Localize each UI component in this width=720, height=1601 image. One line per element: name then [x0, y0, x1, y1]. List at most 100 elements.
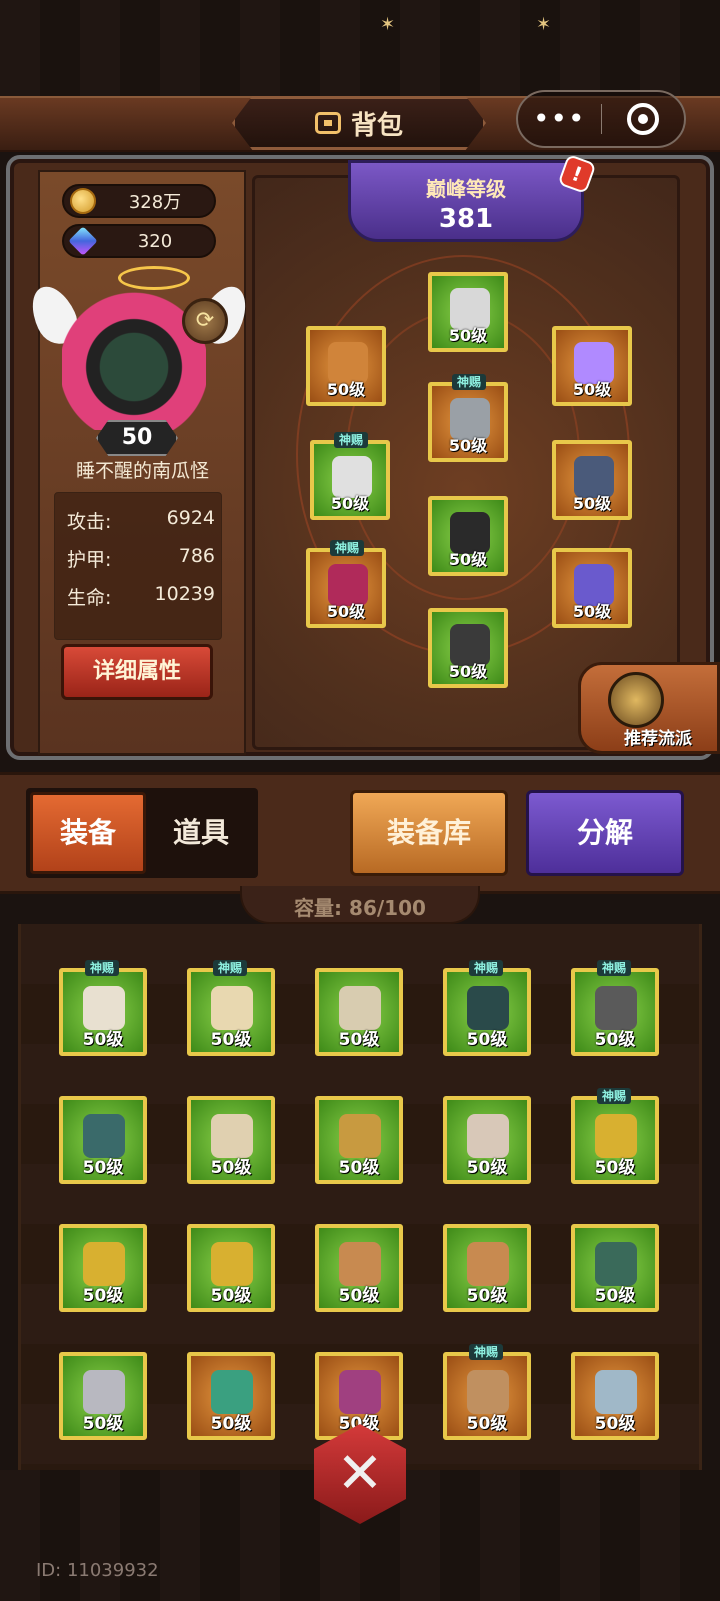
inventory-item[interactable]: 50级 — [443, 1224, 531, 1312]
inventory-item[interactable]: 50级 — [187, 1224, 275, 1312]
tab-equipment[interactable]: 装备 — [30, 792, 146, 874]
item-level: 50级 — [82, 1286, 124, 1306]
inventory-item[interactable]: 50级 — [443, 1096, 531, 1184]
stat-value: 10239 — [154, 583, 215, 605]
divine-tag: 神赐 — [452, 374, 486, 390]
inventory-capacity: 容量: 86/100 — [294, 896, 426, 920]
more-menu-button[interactable]: ••• — [518, 90, 601, 148]
inventory-item[interactable]: 50级 — [571, 1224, 659, 1312]
gem-icon — [68, 226, 98, 256]
halo-decoration — [118, 266, 190, 290]
peak-level-plate[interactable]: 巅峰等级 381 — [348, 160, 584, 242]
equipment-icon — [211, 986, 253, 1030]
top-background — [0, 0, 720, 100]
inventory-item[interactable]: 50级 神赐 — [571, 960, 659, 1056]
item-level: 50级 — [594, 1030, 636, 1050]
equipment-icon — [211, 1370, 253, 1414]
user-id: ID: 11039932 — [36, 1560, 159, 1581]
divine-tag: 神赐 — [334, 432, 368, 448]
inventory-item[interactable]: 50级 神赐 — [443, 1344, 531, 1440]
item-level: 50级 — [338, 1158, 380, 1178]
item-level: 50级 — [210, 1158, 252, 1178]
star-icon: ✶ — [380, 14, 396, 35]
close-program-button[interactable] — [602, 103, 685, 135]
divine-tag: 神赐 — [597, 960, 631, 976]
tab-items[interactable]: 道具 — [146, 792, 256, 874]
item-level: 50级 — [572, 494, 612, 513]
item-level: 50级 — [448, 436, 488, 455]
inventory-item[interactable]: 50级 神赐 — [187, 960, 275, 1056]
equipment-icon — [83, 986, 125, 1030]
inventory-item[interactable]: 50级 — [187, 1096, 275, 1184]
inventory-item[interactable]: 50级 — [315, 968, 403, 1056]
inventory-item[interactable]: 50级 神赐 — [443, 960, 531, 1056]
peak-level-value: 381 — [438, 204, 494, 234]
divine-tag: 神赐 — [469, 1344, 503, 1360]
item-level: 50级 — [210, 1030, 252, 1050]
item-level: 50级 — [326, 602, 366, 621]
item-level: 50级 — [82, 1414, 124, 1434]
stat-value: 6924 — [166, 507, 215, 529]
equipment-icon — [83, 1242, 125, 1286]
equipped-slot-boots[interactable]: 50级 — [428, 608, 508, 688]
equipped-slot-armor[interactable]: 50级 神赐 — [428, 374, 508, 462]
inventory-item[interactable]: 50级 — [59, 1096, 147, 1184]
target-icon — [626, 103, 659, 135]
stat-label: 生命: — [67, 587, 112, 609]
equipment-icon — [595, 1370, 637, 1414]
stat-label: 护甲: — [67, 549, 112, 571]
item-level: 50级 — [572, 602, 612, 621]
item-level: 50级 — [448, 550, 488, 569]
equipment-icon — [339, 1370, 381, 1414]
divine-tag: 神赐 — [330, 540, 364, 556]
backpack-icon — [314, 112, 341, 134]
equipped-slot-gloves[interactable]: 50级 神赐 — [310, 432, 390, 520]
thumbs-up-icon — [608, 672, 664, 728]
inventory-item[interactable]: 50级 — [59, 1352, 147, 1440]
equipment-icon — [83, 1114, 125, 1158]
item-level: 50级 — [82, 1030, 124, 1050]
inventory-item[interactable]: 50级 神赐 — [571, 1088, 659, 1184]
gem-display: 320 — [62, 224, 216, 258]
detail-attributes-button[interactable]: 详细属性 — [61, 644, 213, 700]
item-level: 50级 — [326, 380, 366, 399]
equipped-slot-necklace[interactable]: 50级 — [552, 326, 632, 406]
recommend-build-label: 推荐流派 — [624, 729, 692, 749]
inventory-item[interactable]: 50级 神赐 — [59, 960, 147, 1056]
inventory-item[interactable]: 50级 — [59, 1224, 147, 1312]
inventory-item[interactable]: 50级 — [315, 1224, 403, 1312]
equipped-slot-bracelet[interactable]: 50级 — [552, 440, 632, 520]
equipment-icon — [467, 1242, 509, 1286]
inventory-item[interactable]: 50级 — [187, 1352, 275, 1440]
mini-program-capsule: ••• — [516, 90, 686, 148]
item-level: 50级 — [210, 1286, 252, 1306]
equipment-icon — [467, 986, 509, 1030]
stat-label: 攻击: — [67, 511, 112, 533]
gem-value: 320 — [137, 230, 173, 252]
equipped-slot-ring[interactable]: 50级 — [552, 548, 632, 628]
character-level-badge: 50 — [96, 420, 178, 456]
equipped-slot-weapon[interactable]: 50级 神赐 — [306, 540, 386, 628]
item-level: 50级 — [82, 1158, 124, 1178]
equipment-icon — [339, 986, 381, 1030]
item-level: 50级 — [466, 1158, 508, 1178]
equipment-icon — [595, 1114, 637, 1158]
inventory-item[interactable]: 50级 — [315, 1096, 403, 1184]
equipped-slot-helmet[interactable]: 50级 — [428, 272, 508, 352]
page-title-plate: 背包 — [232, 96, 486, 150]
item-level: 50级 — [466, 1414, 508, 1434]
equipment-icon — [467, 1370, 509, 1414]
decompose-button[interactable]: 分解 — [526, 790, 684, 876]
switch-avatar-button[interactable]: ⟳ — [182, 298, 228, 344]
item-level: 50级 — [210, 1414, 252, 1434]
character-name: 睡不醒的南瓜怪 — [75, 460, 209, 482]
equipped-slot-shoulder[interactable]: 50级 — [306, 326, 386, 406]
stat-health: 生命: 10239 — [67, 583, 215, 610]
item-level: 50级 — [338, 1286, 380, 1306]
inventory-item[interactable]: 50级 — [571, 1352, 659, 1440]
item-level: 50级 — [594, 1414, 636, 1434]
equipped-slot-pants[interactable]: 50级 — [428, 496, 508, 576]
divine-tag: 神赐 — [597, 1088, 631, 1104]
equipment-storage-button[interactable]: 装备库 — [350, 790, 508, 876]
close-icon: ✕ — [336, 1441, 384, 1506]
